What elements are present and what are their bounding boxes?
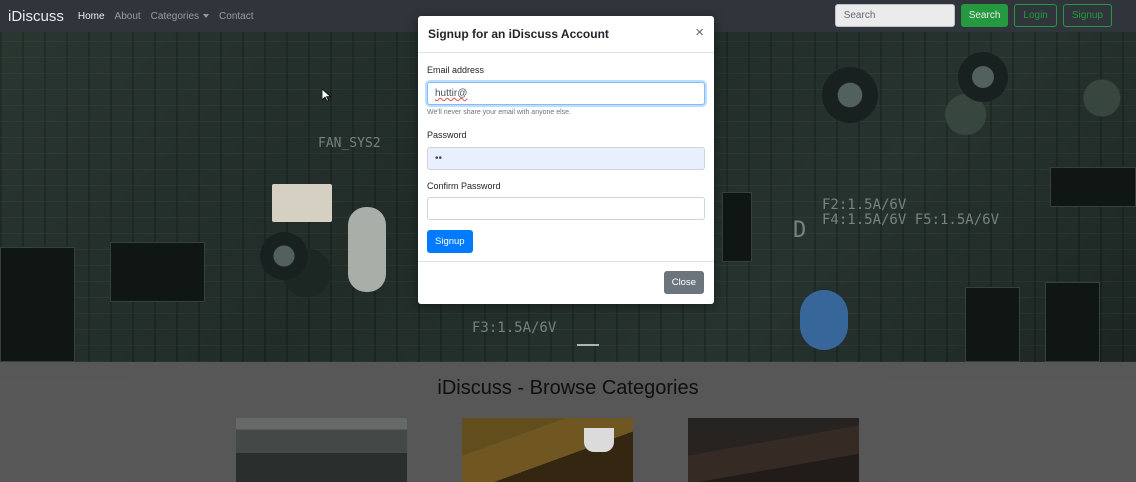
modal-header: Signup for an iDiscuss Account × xyxy=(418,16,714,53)
email-help-text: We'll never share your email with anyone… xyxy=(427,109,571,116)
modal-title: Signup for an iDiscuss Account xyxy=(428,27,609,41)
mouse-cursor-icon xyxy=(322,89,331,102)
signup-submit-button[interactable]: Signup xyxy=(427,230,473,253)
close-button[interactable]: Close xyxy=(663,271,704,294)
confirm-password-label: Confirm Password xyxy=(427,181,501,191)
password-value: •• xyxy=(435,153,443,164)
password-label: Password xyxy=(427,130,467,140)
modal-footer: Close xyxy=(418,261,714,304)
confirm-password-field[interactable] xyxy=(427,197,705,220)
email-field[interactable]: huttir@ xyxy=(427,82,705,105)
signup-modal: Signup for an iDiscuss Account × Email a… xyxy=(418,16,714,304)
email-label: Email address xyxy=(427,65,485,75)
close-icon[interactable]: × xyxy=(695,25,704,40)
password-field[interactable]: •• xyxy=(427,147,705,170)
email-value: huttir@ xyxy=(435,88,468,99)
modal-body: Email address huttir@ We'll never share … xyxy=(418,53,714,263)
